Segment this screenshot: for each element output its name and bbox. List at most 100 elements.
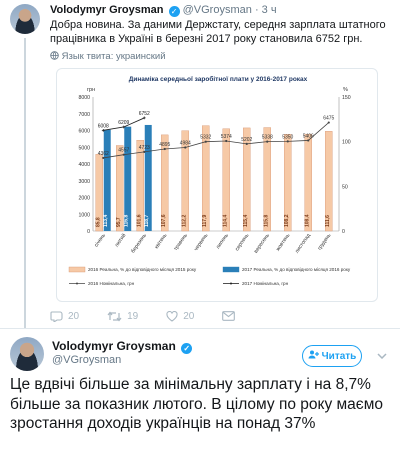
retweet-button[interactable]: 19 [107,311,138,322]
x-tick-label: березень [130,232,148,254]
point-2017-label: 6752 [139,111,150,117]
tweet-menu-button[interactable] [375,349,389,363]
reply-button[interactable]: 20 [50,311,79,322]
reply-icon [50,310,63,322]
y-tick-label-left: 6000 [78,129,90,135]
y-tick-label-left: 8000 [78,95,90,101]
point-2016-label: 4895 [159,142,170,148]
legend-label: 2016 Реальна, % до відповідного місяця 2… [88,267,197,272]
point-2017-label: 6209 [118,120,129,126]
point-2016 [225,139,228,143]
translate-label: Язык твита: украинский [61,51,166,62]
point-2016-label: 5374 [221,134,232,140]
bar-2016-label: 115,4 [243,215,249,227]
point-2016 [286,140,289,143]
x-tick-label: лютий [113,232,127,248]
point-2016 [327,121,330,124]
left-axis-unit: грн [87,87,95,93]
translate-link[interactable]: Язык твита: украинский [50,51,166,62]
reply-count: 20 [68,310,80,322]
bar-2016-label: 114,4 [222,215,228,227]
y-tick-label-left: 3000 [78,179,90,185]
heart-icon [166,310,178,322]
y-tick-label-left: 7000 [78,112,90,118]
point-2016 [163,147,166,151]
point-2016-label: 5202 [241,137,252,143]
legend-label: 2017 Номінальна, грн [242,281,289,286]
bar-2016-label: 117,9 [202,215,208,227]
bar-2016-label: 111,6 [325,215,331,227]
x-tick-label: липень [215,232,230,250]
tweet-time[interactable]: 3 ч [262,4,277,16]
x-tick-label: листопад [294,233,312,255]
point-2016 [143,150,146,153]
x-tick-label: червень [193,232,209,252]
y-tick-label-right: 100 [342,140,351,146]
author-handle[interactable]: @VGroysman [52,354,121,366]
author-name: Volodymyr Groysman [52,339,176,353]
dm-button[interactable] [222,311,240,321]
x-tick-label: вересень [253,232,271,254]
chevron-down-icon [377,353,387,359]
legend-label: 2017 Реальна, % до відповідного місяця 2… [242,267,351,272]
point-2016-label: 6475 [323,116,334,122]
like-button[interactable]: 20 [166,310,195,322]
x-tick-label: січень [93,232,107,248]
point-2016 [204,140,207,143]
retweet-count: 19 [127,310,139,322]
legend-swatch [222,266,240,273]
bar-2016-label: 115,8 [263,215,269,227]
tweet-text: Це вдвічі більше за мінімальну зарплату … [10,376,383,432]
y-tick-label-left: 5000 [78,145,90,151]
y-tick-label-right: 150 [342,95,351,101]
avatar[interactable] [10,337,44,371]
point-2016-label: 5350 [282,134,293,140]
y-tick-label-right: 50 [342,184,348,190]
legend-swatch [68,266,86,273]
author-handle[interactable]: @VGroysman [183,4,252,16]
bar-2016-label: 85,8 [95,217,101,227]
bar-2016-label: 95,7 [116,217,122,227]
tweet-actions: 20 19 20 [50,308,268,324]
follow-button[interactable]: Читать [302,345,362,367]
point-2016 [102,156,105,160]
add-user-icon [308,350,319,362]
follow-label: Читать [321,350,357,362]
chart: Динаміка середньої заробітної плати у 20… [68,75,351,286]
bar-2017-label: 118,7 [144,215,150,227]
bar-2016-label: 108,2 [284,214,290,227]
point-2017-label: 6008 [98,123,109,129]
y-tick-label-left: 2000 [78,196,90,202]
point-2017 [142,116,146,120]
y-tick-label-right: 0 [342,229,345,235]
chart-image[interactable]: Динаміка середньої заробітної плати у 20… [56,68,378,302]
point-2016-label: 5332 [200,135,211,141]
chart-title: Динаміка середньої заробітної плати у 20… [129,75,308,83]
tweet-header: Volodymyr Groysman ✓ @VGroysman · 3 ч [50,4,277,17]
bar-2016-label: 107,6 [161,214,167,227]
globe-icon [50,51,62,62]
avatar[interactable] [10,4,40,34]
retweet-icon [107,311,122,321]
point-2016 [122,153,125,156]
x-tick-label: грудень [317,232,333,251]
author-name-row[interactable]: Volodymyr Groysman ✓ [52,339,193,354]
x-tick-label: травень [173,232,189,251]
bar-2016-label: 112,2 [181,215,187,227]
bar-2016-label: 101,6 [136,214,142,227]
author-name[interactable]: Volodymyr Groysman [50,4,164,16]
time-separator: · [254,4,259,16]
bar-2016-label: 108,4 [304,214,310,227]
point-2016-label: 4362 [98,151,109,157]
tweet-main: Volodymyr Groysman ✓ @VGroysman Читать Ц… [0,329,400,465]
like-count: 20 [183,310,195,322]
thread-line [24,38,26,328]
tweet-first: Volodymyr Groysman ✓ @VGroysman · 3 ч До… [0,0,400,328]
legend-label: 2016 Номінальна, грн [88,281,135,286]
verified-icon: ✓ [168,6,180,17]
point-2016 [245,142,248,145]
y-tick-label-left: 4000 [78,162,90,168]
legend-swatch-marker [76,282,78,285]
point-2016 [307,139,310,142]
envelope-icon [222,311,236,321]
